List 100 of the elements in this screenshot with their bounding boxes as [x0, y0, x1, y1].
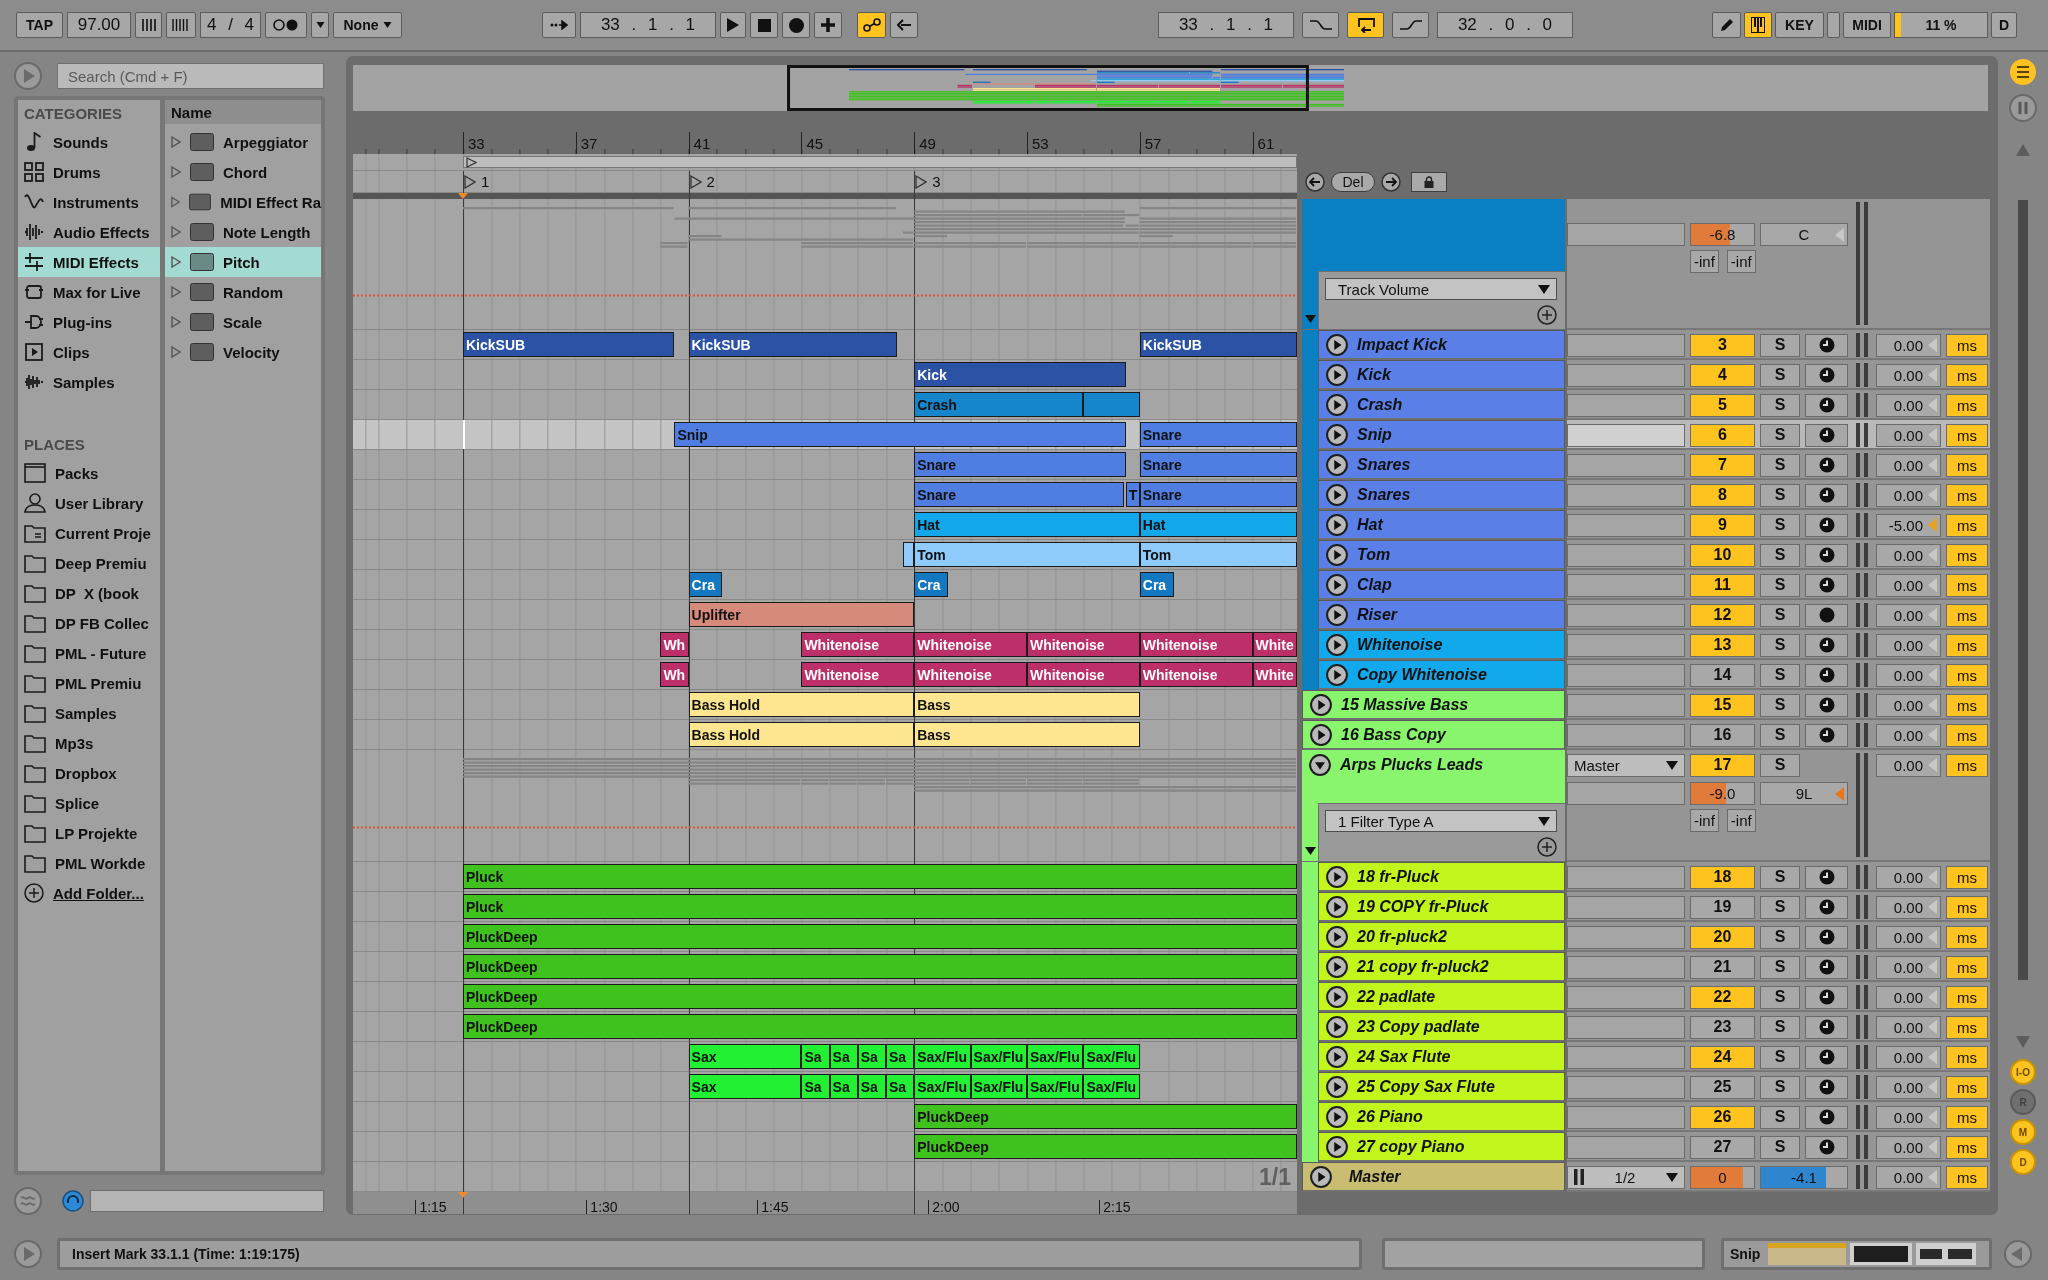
track-header[interactable]: Impact Kick	[1318, 330, 1565, 360]
quantize-dropdown[interactable]: None	[333, 12, 402, 38]
category-item[interactable]: Instruments	[18, 187, 160, 217]
clip[interactable]: Sa	[829, 1044, 858, 1069]
solo-button[interactable]: S	[1760, 955, 1800, 979]
play-circle-icon[interactable]	[1326, 1105, 1348, 1128]
place-item[interactable]: User Library	[18, 488, 160, 518]
clip[interactable]: Snare	[914, 452, 1126, 477]
track-lane[interactable]: Pluck	[353, 862, 1297, 892]
pause-circle-icon[interactable]	[2009, 94, 2037, 122]
unit-button[interactable]: ms	[1946, 1045, 1988, 1069]
delay-field[interactable]: 0.00	[1876, 453, 1941, 477]
clip[interactable]: Sax	[688, 1044, 802, 1069]
track-activator[interactable]: 20	[1690, 925, 1755, 949]
track-header[interactable]: 22 padlate	[1318, 982, 1565, 1012]
unit-button[interactable]: ms	[1946, 543, 1988, 567]
track-header[interactable]: 21 copy fr-pluck2	[1318, 952, 1565, 982]
delay-field[interactable]: 0.00	[1876, 693, 1941, 717]
input-field[interactable]	[1567, 1105, 1685, 1129]
category-item[interactable]: Clips	[18, 337, 160, 367]
place-item[interactable]: DP FB Collec	[18, 608, 160, 638]
clip[interactable]: Snare	[1139, 422, 1297, 447]
input-field[interactable]	[1567, 925, 1685, 949]
clip[interactable]: Bass Hold	[688, 722, 915, 747]
place-item[interactable]: PML - Future	[18, 638, 160, 668]
track-lane[interactable]: Wh Whitenoise Whitenoise Whitenoise Whitenoise White	[353, 630, 1297, 660]
track-activator[interactable]: 15	[1690, 693, 1755, 717]
volume-field[interactable]: -6.8	[1690, 223, 1755, 246]
clip[interactable]: Sax/Flu	[914, 1044, 971, 1069]
input-field[interactable]	[1567, 865, 1685, 889]
unit-button[interactable]: ms	[1946, 1165, 1988, 1189]
arm-button[interactable]	[1805, 1105, 1848, 1129]
play-circle-icon[interactable]	[1310, 1165, 1332, 1188]
track-header[interactable]: Snares	[1318, 480, 1565, 510]
track-header[interactable]: Hat	[1318, 510, 1565, 540]
play-circle-icon[interactable]	[1326, 513, 1348, 536]
play-circle-icon[interactable]	[1326, 453, 1348, 476]
arrangement-overview[interactable]	[353, 65, 1988, 111]
arm-button[interactable]	[1805, 333, 1848, 357]
clip[interactable]: Whitenoise	[1139, 632, 1253, 657]
solo-button[interactable]: S	[1760, 925, 1800, 949]
arm-button[interactable]	[1805, 483, 1848, 507]
track-activator[interactable]: 26	[1690, 1105, 1755, 1129]
group-header[interactable]: Track Volume Impact Kick Kick Crash Snip Snares Snares Hat Tom Clap Riser Whitenoise Copy Whitenoise	[1302, 199, 1565, 690]
track-activator[interactable]: 22	[1690, 985, 1755, 1009]
record-button[interactable]	[782, 12, 810, 38]
arm-button[interactable]	[1805, 955, 1848, 979]
arrow-left-circle-icon[interactable]	[1305, 172, 1325, 192]
clip[interactable]: Pluck	[462, 864, 1297, 889]
clip[interactable]: Snare	[914, 482, 1125, 507]
place-item[interactable]: DP X (book	[18, 578, 160, 608]
clip[interactable]	[1083, 392, 1140, 417]
track-lane[interactable]: Cra Cra Cra	[353, 570, 1297, 600]
track-header[interactable]: Snares	[1318, 450, 1565, 480]
follow-button[interactable]	[542, 12, 576, 38]
midi-map-button[interactable]: MIDI	[1843, 12, 1891, 38]
arm-button[interactable]	[1805, 1075, 1848, 1099]
unit-button[interactable]: ms	[1946, 955, 1988, 979]
category-item[interactable]: Plug-ins	[18, 307, 160, 337]
browser-item[interactable]: Random	[165, 277, 321, 307]
input-field[interactable]	[1567, 453, 1685, 477]
unit-button[interactable]: ms	[1946, 1075, 1988, 1099]
unit-button[interactable]: ms	[1946, 513, 1988, 537]
delay-field[interactable]: 0.00	[1876, 423, 1941, 447]
place-item[interactable]: PML Premiu	[18, 668, 160, 698]
play-circle-icon[interactable]	[1326, 1015, 1348, 1038]
arm-button[interactable]	[1805, 393, 1848, 417]
solo-button[interactable]: S	[1760, 663, 1800, 687]
narrow-button[interactable]	[1827, 12, 1840, 38]
arm-button[interactable]	[1805, 363, 1848, 387]
unit-button[interactable]: ms	[1946, 573, 1988, 597]
track-lane[interactable]: PluckDeep	[353, 1012, 1297, 1042]
delay-field[interactable]: 0.00	[1876, 1075, 1941, 1099]
clip[interactable]: Sax/Flu	[1083, 1074, 1140, 1099]
solo-button[interactable]: S	[1760, 1105, 1800, 1129]
clip[interactable]: Hat	[914, 512, 1140, 537]
clip[interactable]: Pluck	[462, 894, 1297, 919]
delay-field[interactable]: 0.00	[1876, 865, 1941, 889]
solo-button[interactable]: S	[1760, 633, 1800, 657]
stop-button[interactable]	[750, 12, 778, 38]
input-field[interactable]	[1567, 573, 1685, 597]
track-lane[interactable]	[353, 199, 1297, 330]
delay-field[interactable]: -5.00	[1876, 513, 1941, 537]
locator[interactable]: 2	[688, 173, 715, 190]
plus-circle-icon[interactable]	[1537, 837, 1557, 857]
play-circle-icon[interactable]	[1326, 363, 1348, 386]
solo-button[interactable]: S	[1760, 543, 1800, 567]
solo-button[interactable]: S	[1760, 1135, 1800, 1159]
clip[interactable]: Sax/Flu	[970, 1044, 1027, 1069]
delay-field[interactable]: 0.00	[1876, 955, 1941, 979]
delay-field[interactable]: 0.00	[1876, 663, 1941, 687]
delay-field[interactable]: 0.00	[1876, 393, 1941, 417]
master-header[interactable]: Master	[1302, 1162, 1565, 1192]
clip[interactable]: Hat	[1139, 512, 1297, 537]
solo-button[interactable]: S	[1760, 453, 1800, 477]
unit-button[interactable]: ms	[1946, 333, 1988, 357]
unit-button[interactable]: ms	[1946, 985, 1988, 1009]
place-item[interactable]: Mp3s	[18, 728, 160, 758]
track-activator[interactable]: 14	[1690, 663, 1755, 687]
clip[interactable]: Bass Hold	[688, 692, 915, 717]
